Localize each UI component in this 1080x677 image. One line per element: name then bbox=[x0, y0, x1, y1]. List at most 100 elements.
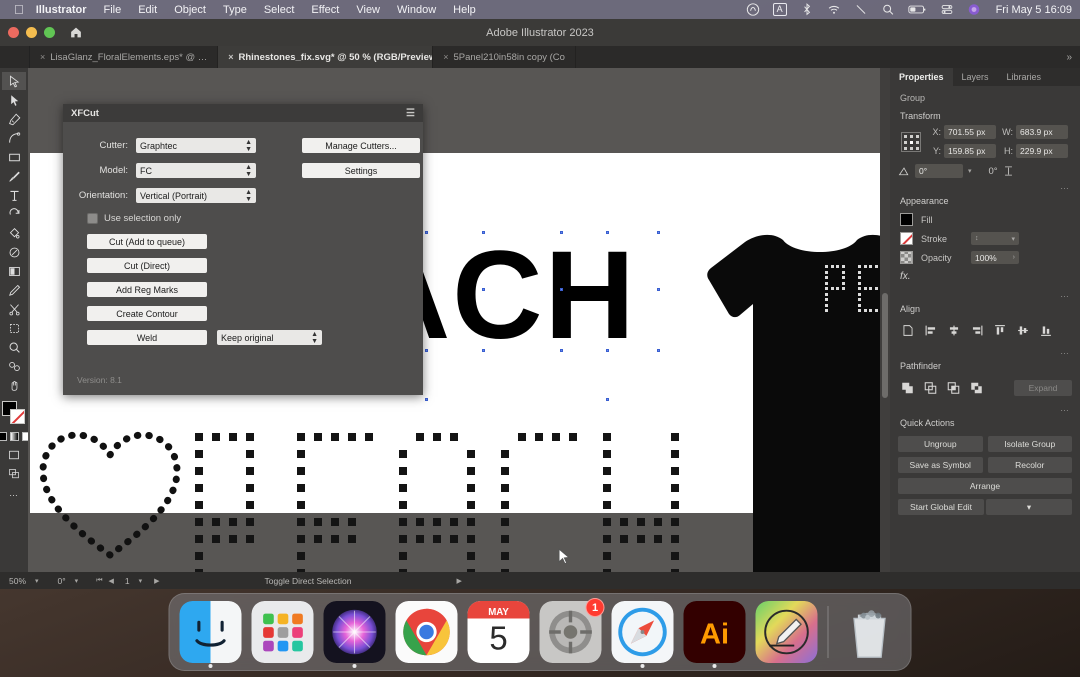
use-selection-only-checkbox[interactable] bbox=[87, 213, 98, 224]
chrome-icon[interactable] bbox=[395, 601, 458, 663]
spotlight-search-icon[interactable] bbox=[881, 3, 895, 16]
tshirt-mockup[interactable] bbox=[705, 228, 890, 589]
dock-item-finder[interactable] bbox=[179, 601, 242, 668]
stroke-color-swatch[interactable] bbox=[900, 232, 913, 245]
more-tools-button[interactable]: … bbox=[2, 484, 26, 502]
direct-selection-tool[interactable] bbox=[2, 91, 26, 109]
rotation-angle-input[interactable]: 0° bbox=[915, 164, 963, 178]
apple-menu-icon[interactable]:  bbox=[14, 3, 24, 16]
weld-option-select[interactable]: Keep original ▲ ▼ bbox=[217, 330, 322, 345]
type-tool[interactable] bbox=[2, 186, 26, 204]
add-reg-marks-button[interactable]: Add Reg Marks bbox=[87, 282, 207, 297]
transform-more-options[interactable]: … bbox=[890, 178, 1080, 191]
zoom-level-field[interactable]: 50% bbox=[4, 574, 31, 587]
reference-point-icon[interactable] bbox=[901, 131, 921, 152]
artboard-number-field[interactable]: 1 bbox=[120, 574, 135, 587]
document-tab-floral[interactable]: × LisaGlanz_FloralElements.eps* @ … bbox=[30, 46, 219, 68]
calendar-icon[interactable]: MAY 5 bbox=[467, 601, 530, 663]
transform-w-input[interactable]: 683.9 px bbox=[1016, 125, 1068, 139]
appearance-more-options[interactable]: … bbox=[890, 286, 1080, 299]
screen-mode-tool[interactable] bbox=[2, 446, 26, 464]
align-to-selection-icon[interactable] bbox=[898, 322, 917, 339]
cutter-select[interactable]: Graphtec ▲ ▼ bbox=[136, 138, 256, 153]
model-select[interactable]: FC ▲ ▼ bbox=[136, 163, 256, 178]
safari-icon[interactable] bbox=[611, 601, 674, 663]
xfcut-panel[interactable]: XFCut ☰ Cutter: Graphtec ▲ ▼ Model: FC ▲… bbox=[63, 104, 423, 395]
weld-button[interactable]: Weld bbox=[87, 330, 207, 345]
battery-icon[interactable] bbox=[907, 3, 927, 16]
trash-icon[interactable] bbox=[839, 601, 901, 663]
blend-tool[interactable] bbox=[2, 357, 26, 375]
save-as-symbol-button[interactable]: Save as Symbol bbox=[898, 457, 983, 473]
menu-file[interactable]: File bbox=[103, 4, 121, 16]
chevron-down-icon[interactable]: ▾ bbox=[986, 499, 1072, 515]
rotate-tool[interactable] bbox=[2, 205, 26, 223]
pen-tool[interactable] bbox=[2, 110, 26, 128]
create-contour-button[interactable]: Create Contour bbox=[87, 306, 207, 321]
wifi-icon[interactable] bbox=[827, 3, 841, 16]
ungroup-button[interactable]: Ungroup bbox=[898, 436, 983, 452]
settings-button[interactable]: Settings bbox=[302, 163, 420, 178]
rectangle-tool[interactable] bbox=[2, 148, 26, 166]
gradient-tool[interactable] bbox=[2, 262, 26, 280]
heart-outline-icon[interactable] bbox=[35, 423, 185, 563]
tab-layers[interactable]: Layers bbox=[953, 68, 998, 86]
pencil-tool[interactable] bbox=[2, 281, 26, 299]
constrain-proportions-icon[interactable] bbox=[1003, 165, 1014, 177]
tab-properties[interactable]: Properties bbox=[890, 68, 953, 86]
tab-libraries[interactable]: Libraries bbox=[998, 68, 1051, 86]
curvature-tool[interactable] bbox=[2, 129, 26, 147]
control-center-icon[interactable] bbox=[940, 3, 954, 16]
paintbrush-tool[interactable] bbox=[2, 167, 26, 185]
align-top-icon[interactable] bbox=[990, 322, 1009, 339]
document-tab-rhinestones[interactable]: × Rhinestones_fix.svg* @ 50 % (RGB/Previ… bbox=[218, 46, 434, 68]
align-more-options[interactable]: … bbox=[890, 343, 1080, 356]
dock-item-trash[interactable] bbox=[839, 601, 901, 663]
align-vertical-center-icon[interactable] bbox=[1013, 322, 1032, 339]
next-artboard-button[interactable]: ▶ bbox=[154, 577, 159, 585]
illustrator-icon[interactable]: Ai bbox=[683, 601, 746, 663]
status-mode-label[interactable]: Toggle Direct Selection bbox=[265, 576, 352, 586]
align-right-icon[interactable] bbox=[967, 322, 986, 339]
dock-item-launchpad[interactable] bbox=[251, 601, 314, 663]
menu-help[interactable]: Help bbox=[453, 4, 476, 16]
tab-close-icon[interactable]: × bbox=[40, 52, 45, 62]
transform-x-input[interactable]: 701.55 px bbox=[944, 125, 996, 139]
siri-icon[interactable] bbox=[323, 601, 386, 663]
chevron-right-icon[interactable]: › bbox=[1013, 254, 1015, 261]
dock-item-safari[interactable] bbox=[611, 601, 674, 668]
recolor-button[interactable]: Recolor bbox=[987, 457, 1072, 473]
shape-builder-tool[interactable] bbox=[2, 224, 26, 242]
scrollbar-thumb[interactable] bbox=[882, 293, 888, 398]
chevron-down-icon[interactable]: ▾ bbox=[35, 577, 39, 585]
color-picker-icon[interactable] bbox=[755, 601, 818, 663]
cut-add-to-queue-button[interactable]: Cut (Add to queue) bbox=[87, 234, 207, 249]
menu-window[interactable]: Window bbox=[397, 4, 436, 16]
canvas-area[interactable]: ACH XFCut ☰ Cutter: Graphtec ▲ ▼ Model: … bbox=[28, 68, 890, 589]
menu-object[interactable]: Object bbox=[174, 4, 206, 16]
arrange-documents-tool[interactable] bbox=[2, 465, 26, 483]
menubar-clock[interactable]: Fri May 5 16:09 bbox=[996, 4, 1072, 16]
scissors-tool[interactable] bbox=[2, 300, 26, 318]
orientation-select[interactable]: Vertical (Portrait) ▲ ▼ bbox=[136, 188, 256, 203]
minus-front-icon[interactable] bbox=[921, 379, 940, 396]
unite-icon[interactable] bbox=[898, 379, 917, 396]
screen-mirroring-icon[interactable] bbox=[854, 3, 868, 16]
hand-tool[interactable] bbox=[2, 376, 26, 394]
stroke-weight-input[interactable]: ↕ ▾ bbox=[971, 232, 1019, 245]
align-horizontal-center-icon[interactable] bbox=[944, 322, 963, 339]
dock-item-siri[interactable] bbox=[323, 601, 386, 668]
home-icon[interactable] bbox=[69, 26, 83, 39]
menu-illustrator[interactable]: Illustrator bbox=[36, 4, 87, 16]
dock-item-color-picker[interactable] bbox=[755, 601, 818, 663]
align-bottom-icon[interactable] bbox=[1036, 322, 1055, 339]
close-button[interactable] bbox=[8, 27, 19, 38]
status-menu-arrow-icon[interactable]: ▶ bbox=[456, 577, 461, 585]
stroke-swatch[interactable] bbox=[10, 409, 25, 424]
bluetooth-icon[interactable] bbox=[800, 3, 814, 16]
manage-cutters-button[interactable]: Manage Cutters... bbox=[302, 138, 420, 153]
launchpad-icon[interactable] bbox=[251, 601, 314, 663]
menu-select[interactable]: Select bbox=[264, 4, 295, 16]
gradient-swatch-icon[interactable] bbox=[9, 432, 19, 441]
document-tab-5panel[interactable]: × 5Panel210in58in copy (Co bbox=[433, 46, 576, 68]
